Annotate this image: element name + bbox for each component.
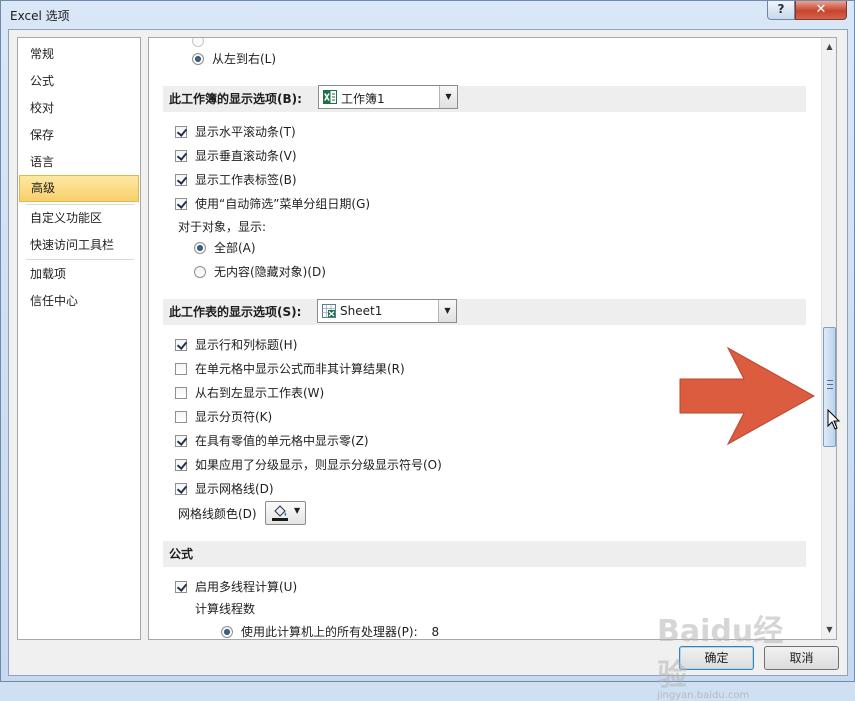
grip-icon — [827, 380, 833, 389]
scroll-down-icon[interactable]: ▼ — [822, 623, 836, 637]
workbook-select[interactable]: 工作簿1 ▼ — [318, 85, 458, 109]
option-label: 使用“自动筛选”菜单分组日期(G) — [195, 197, 371, 211]
sidebar-item-customize-ribbon[interactable]: 自定义功能区 — [19, 206, 139, 230]
close-button[interactable]: ✕ — [795, 1, 847, 20]
radio-button[interactable] — [192, 38, 204, 47]
sidebar-item-trust-center[interactable]: 信任中心 — [19, 289, 139, 313]
sidebar-item-advanced[interactable]: 高级 — [19, 175, 139, 202]
radio-hide-objects[interactable]: 无内容(隐藏对象)(D) — [194, 262, 326, 282]
option-enable-multithreaded-calc[interactable]: 启用多线程计算(U) — [175, 577, 297, 597]
option-show-zero-values[interactable]: 在具有零值的单元格中显示零(Z) — [175, 431, 369, 451]
checkbox[interactable] — [175, 483, 187, 495]
excel-options-window: Excel 选项 ? ✕ 常规 公式 校对 保存 语言 高级 自定义功能区 快速… — [0, 0, 855, 701]
option-show-horizontal-scrollbar[interactable]: 显示水平滚动条(T) — [175, 122, 296, 142]
worksheet-icon — [322, 304, 336, 318]
radio-label: 使用此计算机上的所有处理器(P): — [241, 625, 418, 639]
checkbox[interactable] — [175, 150, 187, 162]
radio-show-all-objects[interactable]: 全部(A) — [194, 238, 256, 258]
watermark-text: Baidu经验 — [657, 614, 784, 693]
processor-count: 8 — [431, 625, 440, 639]
workbook-select-value: 工作簿1 — [341, 92, 385, 106]
option-show-row-column-headers[interactable]: 显示行和列标题(H) — [175, 335, 297, 355]
radio-label: 从左到右(L) — [212, 52, 277, 66]
checkbox[interactable] — [175, 581, 187, 593]
sidebar-divider — [26, 204, 134, 205]
paint-bucket-icon — [272, 505, 288, 521]
radio-button[interactable] — [194, 266, 206, 278]
chevron-down-icon: ▼ — [294, 506, 301, 515]
gridline-color-label: 网格线颜色(D) — [178, 507, 257, 521]
option-label: 在具有零值的单元格中显示零(Z) — [195, 434, 369, 448]
sidebar-item-save[interactable]: 保存 — [19, 123, 139, 147]
checkbox[interactable] — [175, 339, 187, 351]
option-label: 从右到左显示工作表(W) — [195, 386, 325, 400]
window-title: Excel 选项 — [10, 9, 70, 23]
vertical-scrollbar[interactable]: ▲ ▼ — [821, 38, 836, 639]
option-label: 如果应用了分级显示，则显示分级显示符号(O) — [195, 458, 442, 472]
option-label: 在单元格中显示公式而非其计算结果(R) — [195, 362, 405, 376]
sidebar-item-general[interactable]: 常规 — [19, 42, 139, 66]
section-title: 公式 — [169, 547, 194, 561]
option-label: 显示水平滚动条(T) — [195, 125, 296, 139]
checkbox[interactable] — [175, 174, 187, 186]
gridline-color-picker[interactable]: ▼ — [265, 501, 306, 525]
option-label: 显示网格线(D) — [195, 482, 274, 496]
radio-use-all-processors[interactable]: 使用此计算机上的所有处理器(P): 8 — [221, 622, 440, 639]
formula-section-header: 公式 — [163, 541, 806, 567]
option-right-to-left[interactable]: 从右到左显示工作表(W) — [175, 383, 324, 403]
section-title: 此工作表的显示选项(S): — [169, 305, 302, 319]
sidebar-divider — [26, 259, 134, 260]
radio-button[interactable] — [192, 53, 204, 65]
options-sidebar: 常规 公式 校对 保存 语言 高级 自定义功能区 快速访问工具栏 加载项 信任中… — [17, 37, 141, 640]
checkbox[interactable] — [175, 126, 187, 138]
option-show-vertical-scrollbar[interactable]: 显示垂直滚动条(V) — [175, 146, 297, 166]
radio-label: 全部(A) — [214, 241, 256, 255]
mouse-cursor-icon — [827, 409, 841, 430]
title-bar[interactable]: Excel 选项 ? ✕ — [1, 1, 854, 29]
annotation-arrow-icon — [679, 346, 816, 446]
chevron-down-icon[interactable]: ▼ — [439, 86, 457, 108]
help-button[interactable]: ? — [767, 1, 795, 20]
option-show-outline-symbols[interactable]: 如果应用了分级显示，则显示分级显示符号(O) — [175, 455, 442, 475]
option-show-sheet-tabs[interactable]: 显示工作表标签(B) — [175, 170, 297, 190]
radio-button[interactable] — [194, 242, 206, 254]
radio-label: 无内容(隐藏对象)(D) — [214, 265, 326, 279]
advanced-options-panel: 从左到右(L) 此工作簿的显示选项(B): 工作簿1 ▼ 显示水平滚动条(T) — [148, 37, 837, 640]
excel-workbook-icon — [323, 90, 337, 104]
option-label: 显示垂直滚动条(V) — [195, 149, 297, 163]
checkbox[interactable] — [175, 459, 187, 471]
radio-left-to-right[interactable]: 从左到右(L) — [192, 49, 276, 69]
sidebar-item-quick-access-toolbar[interactable]: 快速访问工具栏 — [19, 233, 139, 257]
watermark-url: jingyan.baidu.com — [657, 690, 750, 701]
objects-display-label: 对于对象，显示: — [178, 220, 267, 234]
sidebar-item-proofing[interactable]: 校对 — [19, 96, 139, 120]
worksheet-display-section-header: 此工作表的显示选项(S): — [163, 299, 806, 325]
sidebar-item-addins[interactable]: 加载项 — [19, 262, 139, 286]
checkbox[interactable] — [175, 198, 187, 210]
option-show-gridlines[interactable]: 显示网格线(D) — [175, 479, 274, 499]
checkbox[interactable] — [175, 411, 187, 423]
scroll-up-icon[interactable]: ▲ — [822, 40, 836, 54]
option-show-formulas[interactable]: 在单元格中显示公式而非其计算结果(R) — [175, 359, 405, 379]
checkbox[interactable] — [175, 363, 187, 375]
checkbox[interactable] — [175, 435, 187, 447]
worksheet-select-value: Sheet1 — [340, 304, 383, 318]
option-label: 启用多线程计算(U) — [195, 580, 298, 594]
worksheet-select[interactable]: Sheet1 ▼ — [317, 299, 457, 323]
sidebar-item-language[interactable]: 语言 — [19, 150, 139, 174]
option-group-dates-autofilter[interactable]: 使用“自动筛选”菜单分组日期(G) — [175, 194, 370, 214]
option-show-page-breaks[interactable]: 显示分页符(K) — [175, 407, 272, 427]
sidebar-item-formulas[interactable]: 公式 — [19, 69, 139, 93]
radio-button[interactable] — [221, 626, 233, 638]
section-title: 此工作簿的显示选项(B): — [169, 92, 302, 106]
option-label: 显示工作表标签(B) — [195, 173, 297, 187]
watermark: Baidu经验 jingyan.baidu.com — [657, 606, 807, 701]
calc-threads-label: 计算线程数 — [195, 602, 256, 616]
option-label: 显示行和列标题(H) — [195, 338, 298, 352]
chevron-down-icon[interactable]: ▼ — [438, 300, 456, 322]
option-label: 显示分页符(K) — [195, 410, 273, 424]
workbook-display-section-header: 此工作簿的显示选项(B): — [163, 86, 806, 112]
checkbox[interactable] — [175, 387, 187, 399]
